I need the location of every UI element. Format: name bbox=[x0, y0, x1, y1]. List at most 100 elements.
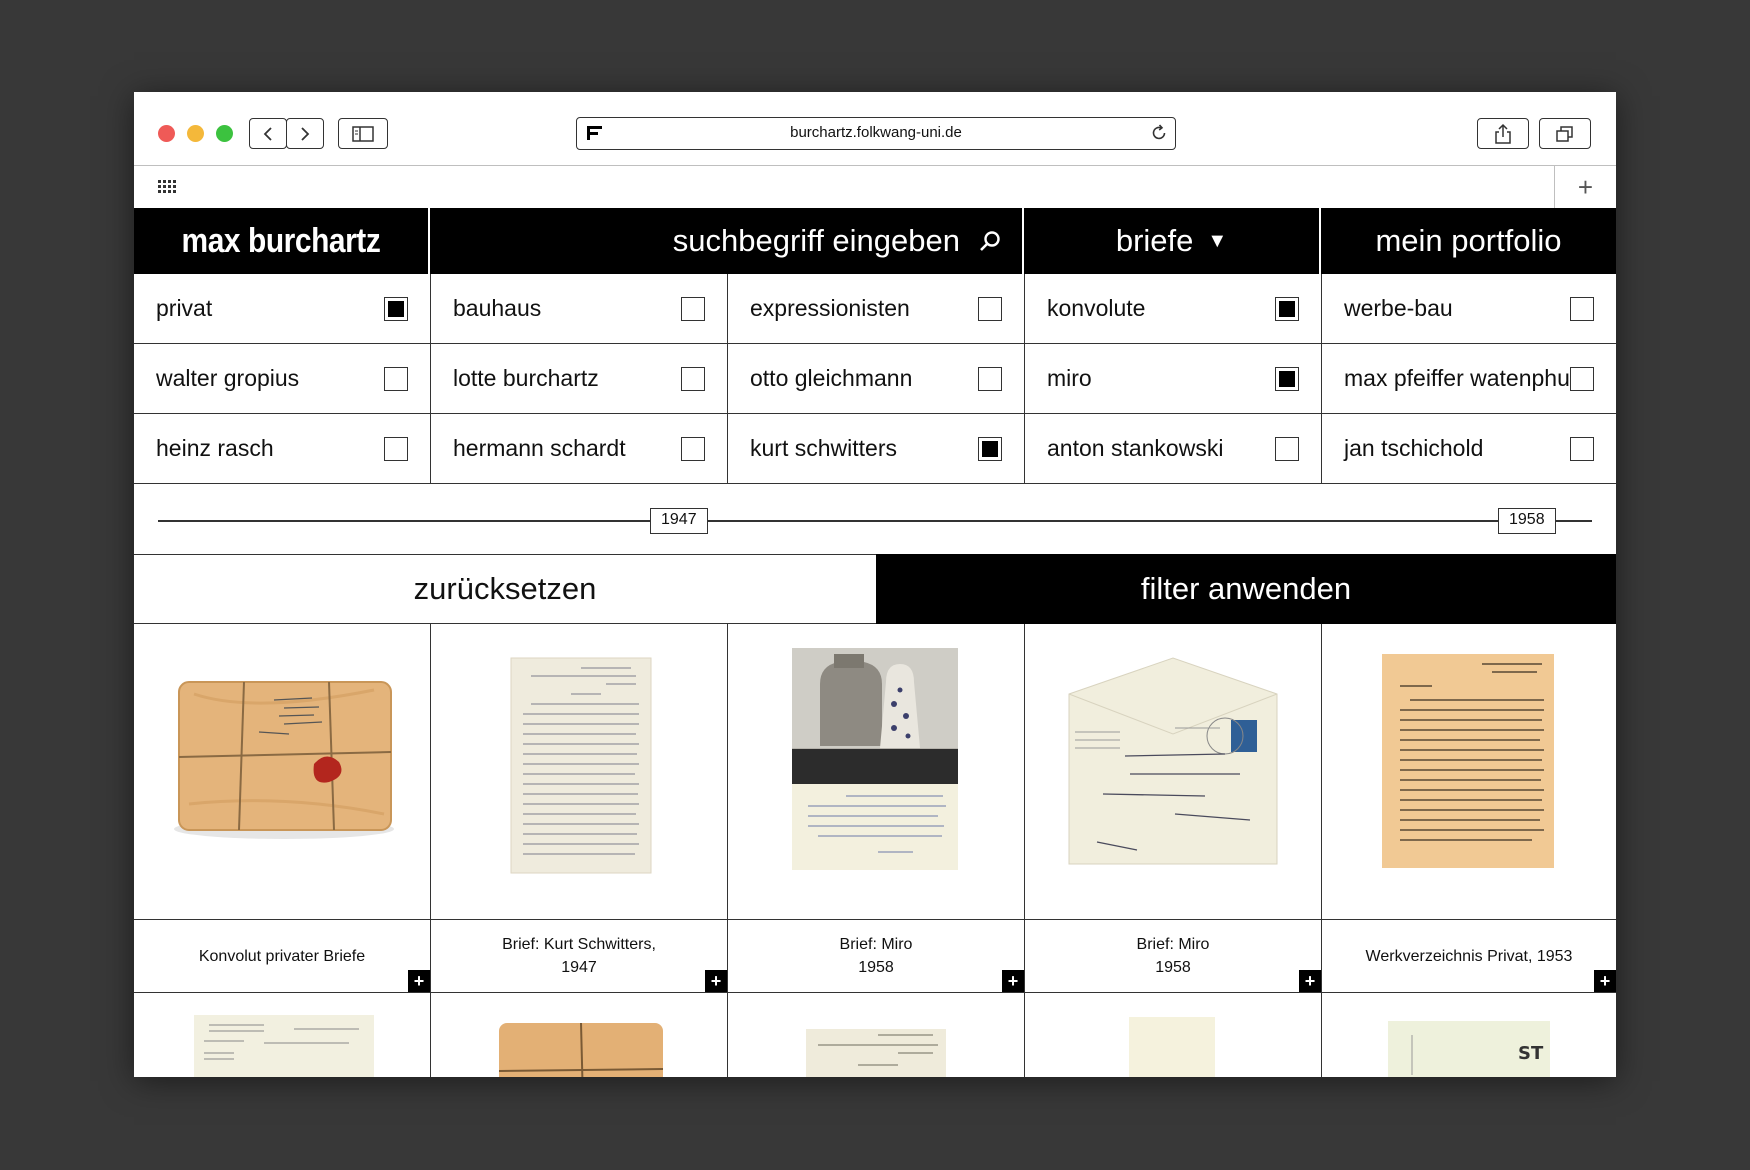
add-to-portfolio-button[interactable]: + bbox=[408, 970, 430, 992]
result-card[interactable] bbox=[134, 993, 431, 1077]
slider-track[interactable] bbox=[158, 520, 1592, 522]
caret-down-icon: ▼ bbox=[1207, 229, 1228, 252]
filter-privat[interactable]: privat bbox=[134, 274, 431, 344]
share-button[interactable] bbox=[1477, 118, 1529, 149]
caption-line-1: Werkverzeichnis Privat, 1953 bbox=[1365, 947, 1573, 965]
filter-walter-gropius[interactable]: walter gropius bbox=[134, 344, 431, 414]
search-field[interactable]: suchbegriff eingeben bbox=[430, 208, 1024, 274]
result-card[interactable]: Werkverzeichnis Privat, 1953 + bbox=[1322, 624, 1616, 993]
result-card[interactable] bbox=[431, 993, 728, 1077]
filter-label: hermann schardt bbox=[453, 435, 626, 461]
close-window-button[interactable] bbox=[158, 125, 175, 142]
category-dropdown[interactable]: briefe ▼ bbox=[1024, 208, 1321, 274]
apply-filter-button[interactable]: filter anwenden bbox=[876, 554, 1616, 624]
filter-otto-gleichmann[interactable]: otto gleichmann bbox=[728, 344, 1025, 414]
result-thumbnail[interactable] bbox=[728, 624, 1024, 920]
add-to-portfolio-button[interactable]: + bbox=[1594, 970, 1616, 992]
tabs-overview-button[interactable] bbox=[1539, 118, 1591, 149]
result-card[interactable]: Brief: Miro 1958 + bbox=[728, 624, 1025, 993]
filter-checkbox[interactable] bbox=[978, 437, 1002, 461]
stankowski-card-image: ST bbox=[1388, 1021, 1550, 1077]
filter-max-pfeiffer-watenphul[interactable]: max pfeiffer watenphul bbox=[1322, 344, 1616, 414]
grid-icon[interactable] bbox=[158, 180, 178, 194]
sidebar-toggle-button[interactable] bbox=[338, 118, 388, 149]
filter-checkbox[interactable] bbox=[681, 297, 705, 321]
filter-checkbox[interactable] bbox=[681, 367, 705, 391]
filter-werbe-bau[interactable]: werbe-bau bbox=[1322, 274, 1616, 344]
filter-checkbox[interactable] bbox=[384, 367, 408, 391]
search-icon[interactable] bbox=[978, 229, 1002, 253]
filter-actions: zurücksetzen filter anwenden bbox=[134, 554, 1616, 624]
minimize-window-button[interactable] bbox=[187, 125, 204, 142]
result-caption[interactable]: Konvolut privater Briefe bbox=[134, 920, 430, 992]
filter-label: bauhaus bbox=[453, 295, 542, 321]
result-card[interactable]: Konvolut privater Briefe + bbox=[134, 624, 431, 993]
reset-button[interactable]: zurücksetzen bbox=[134, 554, 876, 624]
result-card[interactable] bbox=[1025, 993, 1322, 1077]
filter-hermann-schardt[interactable]: hermann schardt bbox=[431, 414, 728, 484]
filter-label: expressionisten bbox=[750, 295, 910, 321]
caption-line-1: Brief: Miro bbox=[839, 936, 913, 953]
filter-checkbox[interactable] bbox=[1570, 297, 1594, 321]
portfolio-label: mein portfolio bbox=[1375, 223, 1562, 258]
caption-line-1: Brief: Miro bbox=[1136, 936, 1210, 953]
logo-text: max burchartz bbox=[181, 221, 381, 260]
add-to-portfolio-button[interactable]: + bbox=[1299, 970, 1321, 992]
filter-miro[interactable]: miro bbox=[1025, 344, 1322, 414]
filter-checkbox[interactable] bbox=[1275, 367, 1299, 391]
filter-checkbox[interactable] bbox=[1570, 437, 1594, 461]
forward-button[interactable] bbox=[286, 118, 324, 149]
filter-checkbox[interactable] bbox=[978, 367, 1002, 391]
result-thumbnail[interactable] bbox=[431, 624, 727, 920]
filter-checkbox[interactable] bbox=[1275, 437, 1299, 461]
catalogue-image bbox=[1382, 654, 1554, 868]
filter-row: walter gropius lotte burchartz otto glei… bbox=[134, 344, 1616, 414]
result-card[interactable]: Brief: Miro 1958 + bbox=[1025, 624, 1322, 993]
filter-label: miro bbox=[1047, 365, 1092, 391]
filter-label: max pfeiffer watenphul bbox=[1344, 365, 1575, 391]
caption-line-1: Brief: Kurt Schwitters, bbox=[502, 936, 656, 953]
filter-heinz-rasch[interactable]: heinz rasch bbox=[134, 414, 431, 484]
letter-image bbox=[510, 657, 652, 874]
back-button[interactable] bbox=[249, 118, 287, 149]
filter-checkbox[interactable] bbox=[978, 297, 1002, 321]
letter-image bbox=[806, 1029, 946, 1077]
site-nav: max burchartz suchbegriff eingeben brief… bbox=[134, 208, 1616, 274]
reload-icon[interactable] bbox=[1149, 123, 1169, 143]
result-card[interactable]: ST bbox=[1322, 993, 1616, 1077]
filter-expressionisten[interactable]: expressionisten bbox=[728, 274, 1025, 344]
filter-bauhaus[interactable]: bauhaus bbox=[431, 274, 728, 344]
result-thumbnail[interactable] bbox=[134, 624, 430, 920]
filter-checkbox[interactable] bbox=[1570, 367, 1594, 391]
filter-checkbox[interactable] bbox=[384, 297, 408, 321]
filter-label: konvolute bbox=[1047, 295, 1146, 321]
result-thumbnail[interactable] bbox=[1025, 624, 1321, 920]
range-handle-to[interactable]: 1958 bbox=[1498, 508, 1556, 534]
result-caption[interactable]: Brief: Miro 1958 bbox=[1025, 920, 1321, 992]
filter-jan-tschichold[interactable]: jan tschichold bbox=[1322, 414, 1616, 484]
result-thumbnail[interactable] bbox=[1322, 624, 1616, 920]
tab-strip: + bbox=[134, 166, 1616, 209]
site-logo[interactable]: max burchartz bbox=[134, 208, 430, 274]
filter-lotte-burchartz[interactable]: lotte burchartz bbox=[431, 344, 728, 414]
filter-anton-stankowski[interactable]: anton stankowski bbox=[1025, 414, 1322, 484]
address-bar[interactable]: burchartz.folkwang-uni.de bbox=[576, 117, 1176, 150]
filter-konvolute[interactable]: konvolute bbox=[1025, 274, 1322, 344]
add-to-portfolio-button[interactable]: + bbox=[705, 970, 727, 992]
result-caption[interactable]: Brief: Kurt Schwitters, 1947 bbox=[431, 920, 727, 992]
result-caption[interactable]: Werkverzeichnis Privat, 1953 bbox=[1322, 920, 1616, 992]
maximize-window-button[interactable] bbox=[216, 125, 233, 142]
new-tab-button[interactable]: + bbox=[1554, 166, 1616, 208]
filter-checkbox[interactable] bbox=[1275, 297, 1299, 321]
filter-checkbox[interactable] bbox=[384, 437, 408, 461]
filter-checkbox[interactable] bbox=[681, 437, 705, 461]
portfolio-link[interactable]: mein portfolio bbox=[1321, 208, 1616, 274]
year-range-slider[interactable]: 1947 1958 bbox=[134, 485, 1616, 555]
result-caption[interactable]: Brief: Miro 1958 bbox=[728, 920, 1024, 992]
result-card[interactable] bbox=[728, 993, 1025, 1077]
result-card[interactable]: Brief: Kurt Schwitters, 1947 + bbox=[431, 624, 728, 993]
add-to-portfolio-button[interactable]: + bbox=[1002, 970, 1024, 992]
range-handle-from[interactable]: 1947 bbox=[650, 508, 708, 534]
filter-kurt-schwitters[interactable]: kurt schwitters bbox=[728, 414, 1025, 484]
envelope-image bbox=[1068, 657, 1278, 865]
